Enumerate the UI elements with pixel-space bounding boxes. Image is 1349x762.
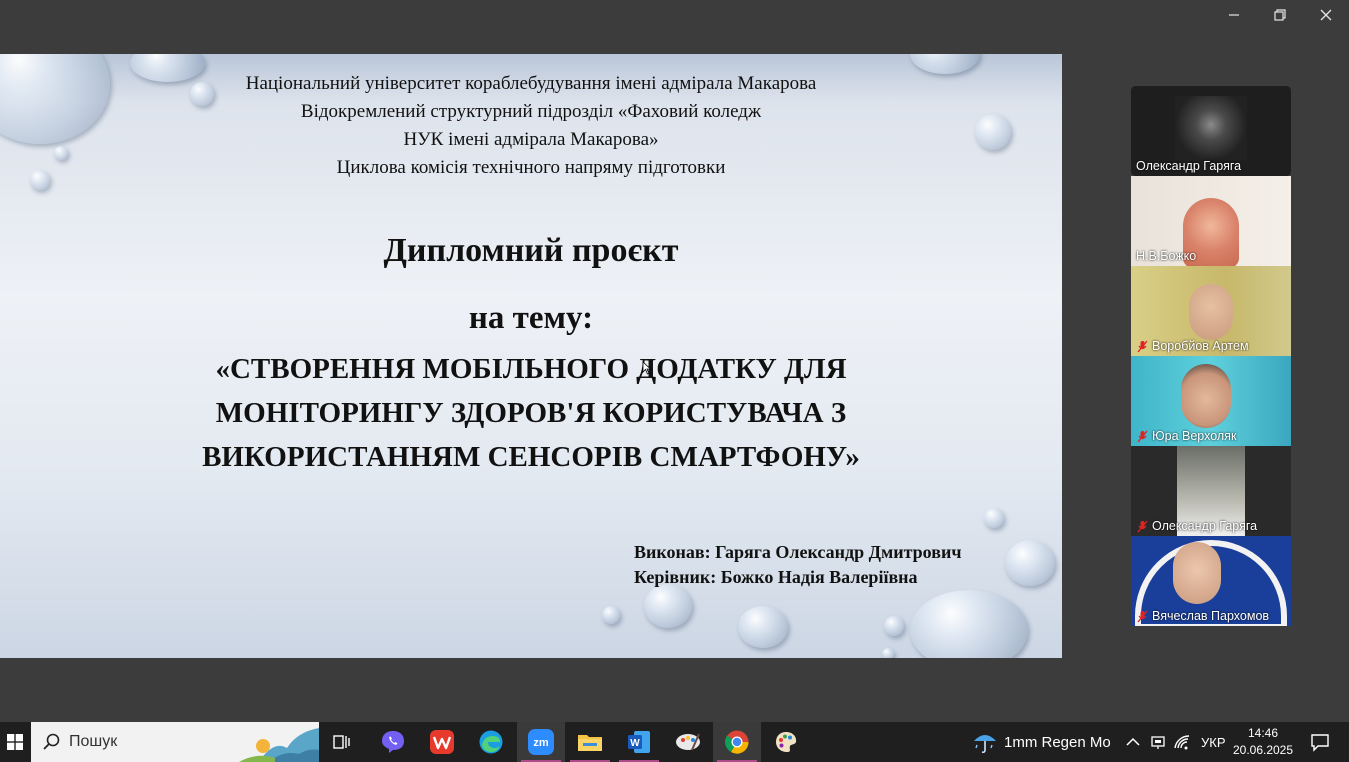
participant-tile[interactable]: Вячеслав Пархомов bbox=[1131, 536, 1291, 626]
taskbar-clock[interactable]: 14:46 20.06.2025 bbox=[1230, 725, 1296, 759]
start-button[interactable] bbox=[0, 722, 30, 762]
chrome-icon bbox=[725, 730, 749, 754]
task-view-button[interactable] bbox=[319, 722, 367, 762]
taskbar-search[interactable]: Пошук bbox=[31, 722, 319, 762]
taskbar-app-file-explorer[interactable] bbox=[566, 722, 614, 762]
palette-icon bbox=[776, 732, 797, 752]
participant-name: Юра Верхоляк bbox=[1136, 429, 1236, 443]
participant-name: Олександр Гаряга bbox=[1136, 159, 1242, 173]
taskbar-app-paint-3d[interactable] bbox=[664, 722, 712, 762]
taskbar-app-paint[interactable] bbox=[762, 722, 810, 762]
minimize-icon bbox=[1229, 14, 1239, 16]
edge-browser-icon bbox=[479, 730, 503, 754]
participant-name: Воробйов Артем bbox=[1136, 339, 1249, 353]
weather-text: 1mm Regen Mo bbox=[1004, 733, 1111, 751]
participant-tile[interactable]: Н.В.Божко bbox=[1131, 176, 1291, 266]
restore-icon bbox=[1274, 9, 1286, 21]
taskbar-app-wps[interactable] bbox=[418, 722, 466, 762]
participant-name: Н.В.Божко bbox=[1136, 249, 1197, 263]
wifi-icon[interactable] bbox=[1173, 733, 1193, 751]
clock-date: 20.06.2025 bbox=[1232, 743, 1294, 757]
restore-button[interactable] bbox=[1257, 0, 1303, 30]
paint-icon bbox=[676, 733, 700, 751]
slide-title: Дипломний проєкт bbox=[383, 232, 679, 269]
taskbar-app-chrome[interactable] bbox=[713, 722, 761, 762]
language-indicator[interactable]: УКР bbox=[1201, 735, 1226, 750]
viber-icon bbox=[382, 731, 404, 753]
task-view-icon bbox=[333, 735, 350, 749]
slide-authors: Виконав: Гаряга Олександр Дмитрович Кері… bbox=[634, 540, 961, 590]
participant-tile[interactable]: Олександр Гаряга bbox=[1131, 446, 1291, 536]
mic-muted-icon bbox=[1137, 430, 1148, 442]
water-drop bbox=[738, 606, 788, 648]
slide-topic: «СТВОРЕННЯ МОБІЛЬНОГО ДОДАТКУ ДЛЯ МОНІТО… bbox=[160, 347, 902, 479]
supervisor-line: Керівник: Божко Надія Валеріївна bbox=[634, 567, 918, 587]
taskbar-app-viber[interactable] bbox=[369, 722, 417, 762]
slide-header-line: Циклова комісія технічного напряму підго… bbox=[336, 157, 726, 178]
word-icon: W bbox=[628, 731, 650, 753]
shared-slide: Національний університет кораблебудуванн… bbox=[0, 54, 1062, 658]
slide-header-line: Національний університет кораблебудуванн… bbox=[245, 73, 817, 94]
wps-office-icon bbox=[430, 730, 454, 754]
mic-muted-icon bbox=[1137, 520, 1148, 532]
window-controls bbox=[1211, 0, 1349, 30]
taskbar-app-word[interactable]: W bbox=[615, 722, 663, 762]
slide-header-line: Відокремлений структурний підрозділ «Фах… bbox=[300, 101, 762, 122]
mic-muted-icon bbox=[1137, 610, 1148, 622]
slide-header-line: НУК імені адмірала Макарова» bbox=[403, 129, 659, 150]
slide-topic-line: МОНІТОРИНГУ ЗДОРОВ'Я КОРИСТУВАЧА З bbox=[215, 397, 847, 429]
chevron-up-icon[interactable] bbox=[1124, 733, 1142, 751]
folder-icon bbox=[578, 735, 602, 751]
clock-time: 14:46 bbox=[1247, 726, 1279, 740]
slide-header: Національний університет кораблебудуванн… bbox=[0, 70, 1062, 182]
water-drop bbox=[882, 648, 894, 658]
search-highlight-art bbox=[239, 722, 319, 762]
search-icon bbox=[43, 733, 60, 750]
participant-name: Вячеслав Пархомов bbox=[1136, 609, 1269, 623]
participant-tile[interactable]: Воробйов Артем bbox=[1131, 266, 1291, 356]
participants-panel: Олександр Гаряга Н.В.Божко Воробйов Арте… bbox=[1131, 86, 1291, 626]
water-drop bbox=[1005, 540, 1055, 586]
water-drop bbox=[910, 590, 1028, 658]
mic-muted-icon bbox=[1137, 340, 1148, 352]
participant-name: Олександр Гаряга bbox=[1136, 519, 1257, 533]
notifications-button[interactable] bbox=[1296, 722, 1344, 762]
zoom-icon: zm bbox=[528, 729, 554, 755]
tray-icons: УКР bbox=[1124, 722, 1226, 762]
close-icon bbox=[1320, 9, 1332, 21]
taskbar-app-edge[interactable] bbox=[467, 722, 515, 762]
windows-logo-icon bbox=[7, 734, 23, 750]
taskbar: Пошук zm W 1mm Regen Mo УКР 14:46 20.06.… bbox=[0, 722, 1349, 762]
notification-center-icon bbox=[1311, 734, 1329, 752]
participant-tile[interactable]: Олександр Гаряга bbox=[1131, 86, 1291, 176]
mouse-cursor-icon bbox=[642, 361, 652, 375]
weather-widget[interactable]: 1mm Regen Mo bbox=[972, 722, 1111, 762]
search-placeholder: Пошук bbox=[69, 733, 118, 750]
water-drop bbox=[984, 508, 1004, 528]
slide-subtitle: на тему: bbox=[468, 300, 594, 336]
water-drop bbox=[644, 584, 692, 628]
author-line: Виконав: Гаряга Олександр Дмитрович bbox=[634, 542, 962, 562]
close-button[interactable] bbox=[1303, 0, 1349, 30]
water-drop bbox=[884, 616, 904, 636]
svg-text:zm: zm bbox=[533, 737, 549, 749]
water-drop bbox=[602, 606, 620, 624]
svg-text:W: W bbox=[630, 738, 640, 749]
umbrella-rain-icon bbox=[974, 735, 996, 754]
taskbar-app-zoom[interactable]: zm bbox=[517, 722, 565, 762]
slide-topic-line: ВИКОРИСТАННЯМ СЕНСОРІВ СМАРТФОНУ» bbox=[202, 441, 860, 473]
participant-tile[interactable]: Юра Верхоляк bbox=[1131, 356, 1291, 446]
slide-topic-line: «СТВОРЕННЯ МОБІЛЬНОГО ДОДАТКУ ДЛЯ bbox=[215, 353, 847, 385]
minimize-button[interactable] bbox=[1211, 0, 1257, 30]
network-adapter-icon[interactable] bbox=[1149, 733, 1167, 751]
